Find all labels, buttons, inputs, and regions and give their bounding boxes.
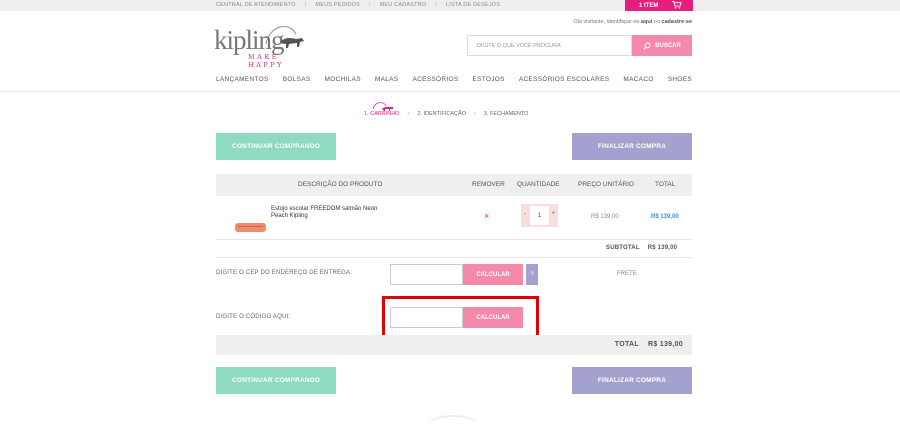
separator: | (435, 2, 437, 8)
nav-item-lancamentos[interactable]: LANÇAMENTOS (216, 76, 269, 83)
login-link[interactable]: aqui (641, 19, 652, 25)
coupon-label: DIGITE O CÓDIGO AQUI: (216, 314, 291, 320)
shipping-help-button[interactable]: ? (526, 264, 538, 285)
step-carrinho: 1. CARRINHO (364, 111, 400, 117)
header-quantity: QUANTIDADE (517, 181, 560, 188)
quantity-increase-button[interactable]: + (551, 211, 555, 217)
remove-item-icon[interactable]: × (484, 211, 489, 221)
top-bar: CENTRAL DE ATENDIMENTO | MEUS PEDIDOS | ME… (0, 0, 900, 11)
separator: | (369, 2, 371, 8)
subtotal-value: R$ 139,00 (647, 245, 678, 251)
continue-shopping-button[interactable]: CONTINUAR COMPRANDO (216, 133, 336, 160)
top-link-pedidos[interactable]: MEUS PEDIDOS (315, 2, 360, 8)
nav-item-estojos[interactable]: ESTOJOS (472, 76, 504, 83)
search-button[interactable]: BUSCAR (632, 35, 692, 56)
kipling-logo[interactable]: kipling MAKE HAPPY (214, 22, 306, 69)
nav-item-mochilas[interactable]: MOCHILAS (325, 76, 361, 83)
step-separator: • (473, 111, 476, 117)
subtotal-label: SUBTOTAL (606, 245, 640, 251)
header-total: TOTAL (655, 181, 676, 188)
search-input[interactable]: DIGITE O QUE VOCÊ PROCURA (467, 35, 632, 56)
quantity-input[interactable]: 1 (530, 206, 549, 225)
welcome-message: Olá visitante, identifique-se aqui ou ca… (573, 19, 692, 25)
separator: | (304, 2, 307, 8)
search-icon (643, 42, 651, 50)
nav-item-shoes[interactable]: SHOES (668, 76, 692, 83)
nav-item-macaco[interactable]: MACACO (623, 76, 653, 83)
calculate-shipping-button[interactable]: CALCULAR (463, 264, 523, 285)
zipcode-input[interactable] (390, 264, 463, 285)
header-unit-price: PREÇO UNITÁRIO (578, 181, 634, 188)
search-button-label: BUSCAR (655, 42, 681, 49)
monkey-step-icon (372, 102, 393, 111)
highlight-box (382, 296, 539, 340)
register-link[interactable]: cadastre-se (661, 19, 692, 25)
loading-spinner (428, 415, 478, 434)
top-link-cadastro[interactable]: MEU CADASTRO (380, 2, 427, 8)
nav-item-acessorios[interactable]: ACESSÓRIOS (412, 76, 458, 83)
step-separator: • (407, 111, 410, 117)
top-links: CENTRAL DE ATENDIMENTO | MEUS PEDIDOS | ME… (216, 2, 509, 8)
finalize-purchase-button-bottom[interactable]: FINALIZAR COMPRA (572, 367, 692, 394)
unit-price: R$ 139,00 (591, 214, 619, 220)
top-link-desejos[interactable]: LISTA DE DESEJOS (446, 2, 500, 8)
total-label: TOTAL (614, 341, 639, 348)
item-total: R$ 139,00 (651, 214, 679, 220)
continue-shopping-button-bottom[interactable]: CONTINUAR COMPRANDO (216, 367, 336, 394)
total-value: R$ 139,00 (647, 341, 683, 348)
header-remove: REMOVER (472, 181, 505, 188)
subtotal-divider (216, 257, 692, 258)
quantity-stepper: - 1 + (521, 204, 558, 227)
order-total-bar: TOTAL R$ 139,00 (216, 335, 692, 355)
cart-button[interactable]: 1 ITEM (625, 0, 693, 11)
logo-tagline: MAKE HAPPY (248, 53, 284, 69)
checkout-steps: 1. CARRINHO • 2. IDENTIFICAÇÃO • 3. FECH… (364, 111, 528, 117)
nav-divider (0, 91, 900, 92)
search-placeholder: DIGITE O QUE VOCÊ PROCURA (477, 43, 561, 49)
cart-icon (672, 0, 683, 11)
nav-item-acessorios-escolares[interactable]: ACESSÓRIOS ESCOLARES (519, 76, 610, 83)
product-name[interactable]: Estojo escolar FREEDOM salmão Neon Peach… (271, 206, 381, 220)
top-link-atendimento[interactable]: CENTRAL DE ATENDIMENTO (216, 2, 296, 8)
cart-item-row: Estojo escolar FREEDOM salmão Neon Peach… (216, 196, 692, 240)
cart-count: 1 ITEM (639, 2, 659, 9)
step-identificacao: 2. IDENTIFICAÇÃO (417, 111, 466, 117)
zipcode-label: DIGITE O CEP DO ENDEREÇO DE ENTREGA: (216, 270, 353, 276)
main-nav: LANÇAMENTOS BOLSAS MOCHILAS MALAS ACESSÓ… (216, 76, 692, 83)
cart-table-header: DESCRIÇÃO DO PRODUTO REMOVER QUANTIDADE … (216, 174, 692, 196)
finalize-purchase-button[interactable]: FINALIZAR COMPRA (572, 133, 692, 160)
nav-item-bolsas[interactable]: BOLSAS (283, 76, 311, 83)
subtotal: SUBTOTAL R$ 139,00 (606, 245, 677, 251)
nav-item-malas[interactable]: MALAS (375, 76, 399, 83)
header-description: DESCRIÇÃO DO PRODUTO (298, 181, 383, 188)
welcome-prefix: Olá visitante, identifique-se (573, 19, 640, 25)
welcome-mid: ou (653, 19, 660, 25)
shipping-value-label: FRETE (617, 271, 637, 277)
order-total: TOTAL R$ 139,00 (615, 341, 683, 348)
quantity-decrease-button[interactable]: - (524, 211, 526, 217)
product-image[interactable] (235, 223, 266, 232)
monkey-logo-icon (265, 26, 304, 48)
step-fechamento: 3. FECHAMENTO (483, 111, 529, 117)
